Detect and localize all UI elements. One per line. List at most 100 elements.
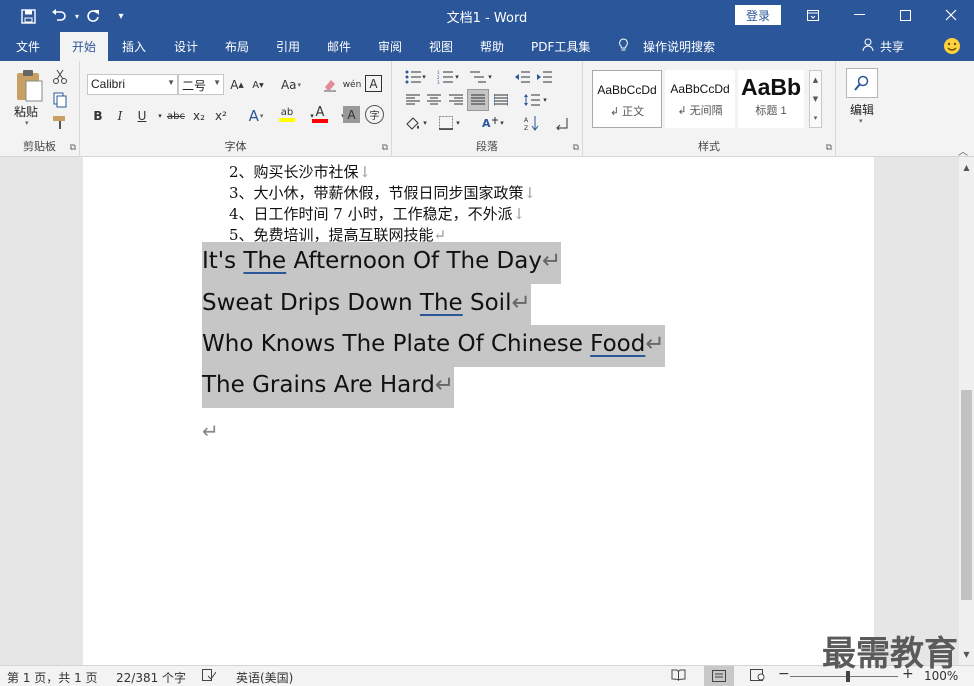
decrease-indent-icon[interactable] [512, 67, 532, 87]
language-indicator[interactable]: 英语(美国) [236, 669, 293, 686]
change-case-button[interactable]: Aa ▾ [276, 75, 306, 95]
font-color-button[interactable]: A [307, 104, 333, 124]
editing-button[interactable]: 编辑 [850, 101, 874, 118]
web-layout-icon[interactable] [750, 669, 765, 684]
shading-dropdown-icon[interactable]: ▾ [420, 113, 430, 133]
cut-icon[interactable] [52, 69, 68, 88]
scrollbar-thumb[interactable] [961, 390, 972, 600]
line-text: Afternoon Of The Day [286, 248, 542, 274]
character-shading-button[interactable]: A [343, 106, 360, 123]
user-icon [862, 38, 876, 55]
numbering-dropdown-icon[interactable]: ▾ [452, 67, 462, 87]
selected-line[interactable]: Sweat Drips Down The Soil↵ [202, 284, 531, 326]
clear-formatting-icon[interactable] [320, 75, 340, 95]
list-item[interactable]: 2、购买长沙市社保↓ [229, 161, 371, 182]
borders-dropdown-icon[interactable]: ▾ [453, 113, 463, 133]
subscript-button[interactable]: x₂ [189, 106, 209, 126]
paste-dropdown-icon[interactable]: ▾ [25, 119, 29, 127]
font-name-combo[interactable]: Calibri ▼ [87, 74, 178, 95]
tab-file[interactable]: 文件 [16, 38, 40, 55]
italic-button[interactable]: I [110, 106, 130, 126]
superscript-button[interactable]: x² [211, 106, 231, 126]
tab-home[interactable]: 开始 [60, 32, 109, 61]
scroll-down-icon[interactable]: ▼ [959, 647, 974, 662]
chevron-down-icon[interactable]: ▼ [810, 90, 821, 109]
word-count[interactable]: 22/381 个字 [116, 669, 186, 686]
increase-indent-icon[interactable] [534, 67, 554, 87]
sort-icon[interactable]: AZ [522, 113, 542, 133]
style-heading-1[interactable]: AaBb 标题 1 [738, 70, 804, 128]
scroll-up-icon[interactable]: ▲ [959, 160, 974, 175]
enclose-characters-button[interactable]: 字 [365, 105, 384, 124]
tab-references[interactable]: 引用 [276, 38, 300, 55]
chinese-layout-dropdown-icon[interactable]: ▾ [497, 113, 507, 133]
vertical-scrollbar[interactable]: ▲ ▼ [959, 157, 974, 665]
tab-mailings[interactable]: 邮件 [327, 38, 351, 55]
print-layout-icon[interactable] [704, 666, 734, 686]
document-area: 2、购买长沙市社保↓ 3、大小休，带薪休假，节假日同步国家政策↓ 4、日工作时间… [0, 157, 959, 665]
underline-button[interactable]: U [132, 106, 152, 126]
list-item[interactable]: 3、大小休，带薪休假，节假日同步国家政策↓ [229, 182, 536, 203]
smiley-icon[interactable] [943, 37, 961, 58]
list-item[interactable]: 4、日工作时间 7 小时，工作稳定，不外派↓ [229, 203, 525, 224]
bullets-dropdown-icon[interactable]: ▾ [419, 67, 429, 87]
editing-dropdown-icon[interactable]: ▾ [859, 117, 863, 125]
document-page[interactable]: 2、购买长沙市社保↓ 3、大小休，带薪休假，节假日同步国家政策↓ 4、日工作时间… [83, 157, 874, 665]
selected-line[interactable]: Who Knows The Plate Of Chinese Food↵ [202, 325, 665, 367]
phonetic-guide-button[interactable]: wén [342, 75, 362, 95]
align-left-icon[interactable] [403, 90, 423, 110]
close-icon[interactable] [928, 0, 974, 30]
align-center-icon[interactable] [424, 90, 444, 110]
collapse-ribbon-icon[interactable]: ︿ [958, 143, 968, 158]
proofing-icon[interactable] [202, 669, 217, 684]
style-no-spacing[interactable]: AaBbCcDd ↲ 无间隔 [665, 70, 735, 128]
font-launcher-icon[interactable]: ⧉ [382, 143, 388, 153]
share-button[interactable]: 共享 [880, 38, 904, 55]
login-button[interactable]: 登录 [735, 5, 781, 25]
strikethrough-button[interactable]: abc [165, 106, 187, 126]
paste-icon[interactable] [14, 69, 44, 106]
chevron-up-icon[interactable]: ▲ [810, 71, 821, 90]
paragraph-launcher-icon[interactable]: ⧉ [573, 143, 579, 153]
text-highlight-button[interactable]: ab [272, 104, 302, 124]
styles-launcher-icon[interactable]: ⧉ [826, 143, 832, 153]
copy-icon[interactable] [52, 92, 68, 111]
line-spacing-icon[interactable] [522, 90, 542, 110]
grow-font-button[interactable]: A ▲ [227, 75, 247, 95]
shrink-font-button[interactable]: A ▼ [248, 75, 268, 95]
character-border-button[interactable]: A [365, 75, 382, 92]
font-size-combo[interactable]: 二号 ▼ [178, 74, 224, 95]
distributed-icon[interactable] [491, 90, 511, 110]
page-count[interactable]: 第 1 页，共 1 页 [7, 669, 98, 686]
read-mode-icon[interactable] [671, 669, 686, 684]
maximize-icon[interactable] [882, 0, 928, 30]
tab-view[interactable]: 视图 [429, 38, 453, 55]
line-spacing-dropdown-icon[interactable]: ▾ [540, 90, 550, 110]
multilevel-dropdown-icon[interactable]: ▾ [485, 67, 495, 87]
selected-line[interactable]: The Grains Are Hard↵ [202, 366, 455, 408]
show-hide-marks-icon[interactable] [552, 113, 572, 133]
more-styles-icon[interactable]: ▾ [810, 109, 821, 128]
minimize-icon[interactable] [836, 0, 882, 30]
search-icon[interactable] [846, 68, 878, 98]
tell-me-search[interactable]: 操作说明搜索 [643, 38, 715, 55]
zoom-out-button[interactable]: − [778, 666, 790, 682]
styles-gallery-scroller[interactable]: ▲ ▼ ▾ [809, 70, 822, 128]
text-effects-button[interactable]: A ▾ [242, 106, 270, 126]
format-painter-icon[interactable] [52, 114, 68, 133]
tab-help[interactable]: 帮助 [480, 38, 504, 55]
clipboard-launcher-icon[interactable]: ⧉ [70, 143, 76, 153]
style-normal[interactable]: AaBbCcDd ↲ 正文 [592, 70, 662, 128]
tab-pdf-tools[interactable]: PDF工具集 [531, 38, 590, 55]
tab-review[interactable]: 审阅 [378, 38, 402, 55]
paste-button[interactable]: 粘贴 [14, 103, 38, 120]
tab-insert[interactable]: 插入 [122, 38, 146, 55]
justify-icon[interactable] [467, 89, 489, 111]
align-right-icon[interactable] [446, 90, 466, 110]
tab-layout[interactable]: 布局 [225, 38, 249, 55]
selected-line[interactable]: It's The Afternoon Of The Day↵ [202, 242, 562, 284]
ribbon-display-options-icon[interactable] [790, 0, 836, 30]
bold-button[interactable]: B [88, 106, 108, 126]
zoom-slider-track[interactable] [790, 676, 898, 677]
tab-design[interactable]: 设计 [174, 38, 198, 55]
